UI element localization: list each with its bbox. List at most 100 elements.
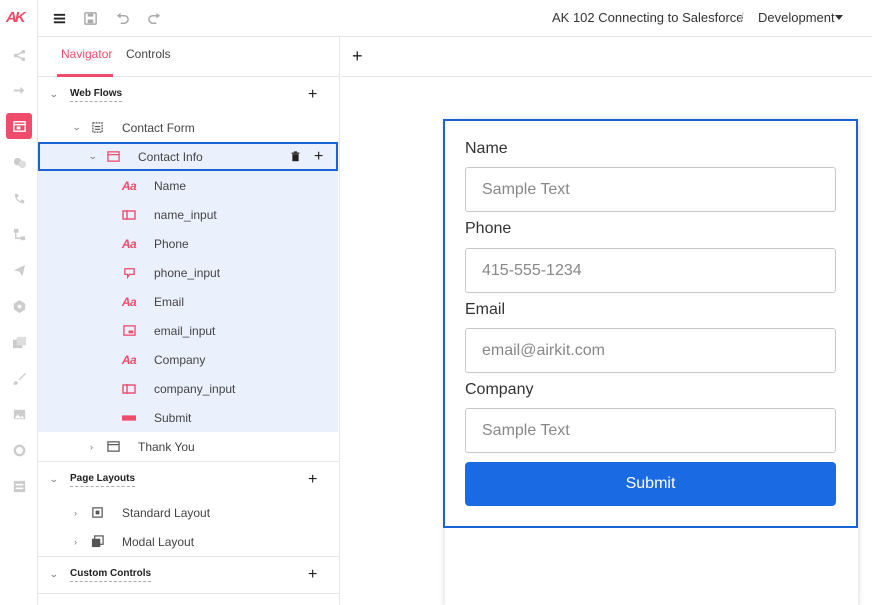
active-tab-indicator bbox=[57, 74, 113, 77]
section-web-flows[interactable]: ⌄ Web Flows + bbox=[38, 80, 338, 109]
phone-input-icon bbox=[122, 266, 136, 280]
email-label: Email bbox=[465, 301, 506, 318]
company-input[interactable]: Sample Text bbox=[465, 408, 836, 453]
email-input[interactable]: email@airkit.com bbox=[465, 328, 836, 373]
tab-controls[interactable]: Controls bbox=[126, 47, 171, 61]
section-title: Web Flows bbox=[70, 88, 123, 102]
tree-item-child[interactable]: Aa Email bbox=[38, 287, 338, 316]
add-page-layout-button[interactable]: + bbox=[308, 471, 317, 488]
section-divider bbox=[38, 461, 339, 462]
tree-item-thank-you[interactable]: › Thank You bbox=[38, 432, 338, 461]
data-flows-icon[interactable] bbox=[6, 221, 32, 247]
modal-layout-icon bbox=[90, 535, 104, 549]
tree-item-child[interactable]: phone_input bbox=[38, 258, 338, 287]
tree-item-modal-layout[interactable]: › Modal Layout bbox=[38, 527, 338, 556]
apps-icon[interactable] bbox=[6, 293, 32, 319]
tree-item-label: phone_input bbox=[154, 265, 221, 280]
top-bar: AK 102 Connecting to Salesforce / Develo… bbox=[38, 0, 872, 37]
chevron-down-icon[interactable]: ⌄ bbox=[49, 474, 59, 485]
section-divider bbox=[38, 593, 339, 594]
tree-item-label: name_input bbox=[154, 207, 217, 222]
tree-item-contact-form[interactable]: ⌄ Contact Form bbox=[38, 113, 338, 142]
section-custom-controls[interactable]: ⌄ Custom Controls + bbox=[38, 560, 338, 589]
section-title: Custom Controls bbox=[70, 568, 152, 582]
chevron-down-icon[interactable]: ⌄ bbox=[49, 569, 59, 580]
media-icon[interactable] bbox=[6, 329, 32, 355]
tree-item-child[interactable]: Aa Name bbox=[38, 171, 338, 200]
tree-item-child[interactable]: Submit bbox=[38, 403, 338, 432]
company-label: Company bbox=[465, 381, 534, 398]
project-title: AK 102 Connecting to Salesforce bbox=[552, 10, 744, 25]
add-web-flow-button[interactable]: + bbox=[308, 86, 317, 103]
undo-icon[interactable] bbox=[113, 9, 131, 27]
image-icon[interactable] bbox=[6, 401, 32, 427]
tab-navigator[interactable]: Navigator bbox=[61, 47, 112, 61]
theme-brush-icon[interactable] bbox=[6, 365, 32, 391]
chevron-right-icon[interactable]: › bbox=[74, 508, 77, 518]
tree-item-label: Email bbox=[154, 294, 185, 309]
chevron-down-icon[interactable]: ⌄ bbox=[72, 122, 82, 133]
tree-item-label: Modal Layout bbox=[122, 534, 195, 549]
label-icon: Aa bbox=[121, 352, 137, 367]
app-root: AK AK 102 Connecting to Salesforce / Dev… bbox=[0, 0, 872, 605]
tree-item-label: email_input bbox=[154, 323, 216, 338]
button-icon bbox=[122, 411, 136, 425]
tree-item-child[interactable]: Aa Company bbox=[38, 345, 338, 374]
tree-item-child[interactable]: name_input bbox=[38, 200, 338, 229]
tree-item-standard-layout[interactable]: › Standard Layout bbox=[38, 498, 338, 527]
text-input-icon bbox=[122, 208, 136, 222]
redo-icon[interactable] bbox=[145, 9, 163, 27]
environment-selector[interactable]: Development bbox=[758, 10, 835, 25]
add-canvas-button[interactable]: + bbox=[352, 46, 363, 67]
submit-button[interactable]: Submit bbox=[465, 462, 836, 506]
save-icon[interactable] bbox=[81, 9, 99, 27]
settings-panel-icon[interactable] bbox=[6, 473, 32, 499]
tree-item-child[interactable]: email_input bbox=[38, 316, 338, 345]
canvas-toolbar: + bbox=[341, 37, 872, 77]
section-title: Page Layouts bbox=[70, 473, 136, 487]
chevron-right-icon[interactable]: › bbox=[90, 442, 93, 452]
chat-icon[interactable] bbox=[6, 149, 32, 175]
tree-item-label: Submit bbox=[154, 410, 192, 425]
selection-outline bbox=[38, 142, 338, 171]
flow-icon[interactable] bbox=[6, 77, 32, 103]
tree-item-child[interactable]: Aa Phone bbox=[38, 229, 338, 258]
navigator-panel: Navigator Controls ⌄ Web Flows + ⌄ Conta… bbox=[38, 37, 340, 605]
section-divider bbox=[38, 556, 339, 557]
name-input[interactable]: Sample Text bbox=[465, 167, 836, 212]
tree-item-label: Contact Form bbox=[122, 120, 195, 135]
panel-tabs: Navigator Controls bbox=[38, 37, 340, 77]
label-icon: Aa bbox=[121, 294, 137, 309]
email-input-icon bbox=[122, 324, 136, 338]
tree-item-label: Thank You bbox=[138, 439, 195, 454]
phone-input[interactable]: 415-555-1234 bbox=[465, 248, 836, 293]
voice-icon[interactable] bbox=[6, 185, 32, 211]
canvas-area: + Name Sample Text Phone 415-555-1234 Em… bbox=[341, 37, 872, 605]
chevron-down-icon[interactable] bbox=[835, 15, 843, 20]
web-flow-icon bbox=[90, 121, 104, 135]
send-icon[interactable] bbox=[6, 257, 32, 283]
tree-item-label: Phone bbox=[154, 236, 189, 251]
chevron-right-icon[interactable]: › bbox=[74, 537, 77, 547]
tree-item-label: company_input bbox=[154, 381, 236, 396]
section-page-layouts[interactable]: ⌄ Page Layouts + bbox=[38, 465, 338, 494]
standard-layout-icon bbox=[90, 506, 104, 520]
menu-icon[interactable] bbox=[50, 9, 68, 27]
breadcrumb-separator: / bbox=[740, 10, 744, 25]
tree-item-label: Company bbox=[154, 352, 206, 367]
tree-item-label: Name bbox=[154, 178, 187, 193]
connections-icon[interactable] bbox=[6, 42, 32, 68]
phone-label: Phone bbox=[465, 220, 512, 237]
left-rail: AK bbox=[0, 0, 38, 605]
label-icon: Aa bbox=[121, 236, 137, 251]
tree-item-child[interactable]: company_input bbox=[38, 374, 338, 403]
page-icon bbox=[106, 440, 120, 454]
add-custom-control-button[interactable]: + bbox=[308, 566, 317, 583]
text-input-icon bbox=[122, 382, 136, 396]
web-flows-icon[interactable] bbox=[6, 113, 32, 139]
sync-icon[interactable] bbox=[6, 437, 32, 463]
label-icon: Aa bbox=[121, 178, 137, 193]
tree-item-label: Standard Layout bbox=[122, 505, 211, 520]
chevron-down-icon[interactable]: ⌄ bbox=[49, 89, 59, 100]
airkit-logo[interactable]: AK bbox=[6, 9, 26, 26]
